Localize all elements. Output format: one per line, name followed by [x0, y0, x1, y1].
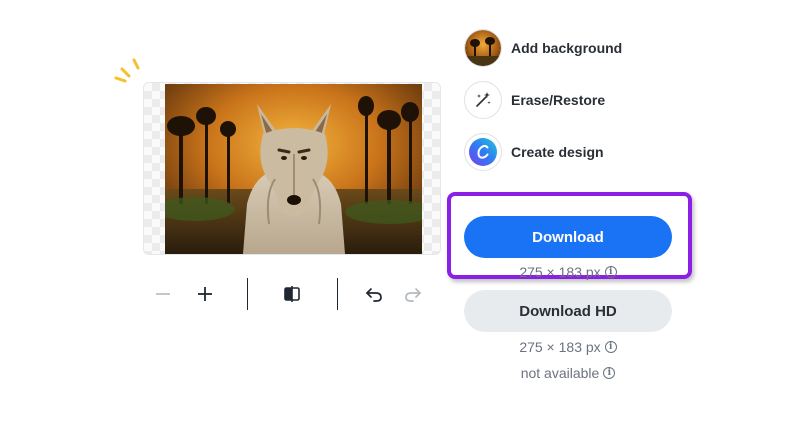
image-preview-canvas [143, 82, 441, 255]
erase-restore-action[interactable]: Erase/Restore [464, 80, 605, 120]
background-thumbnail-icon [464, 29, 502, 67]
redo-icon[interactable] [399, 280, 427, 308]
download-hd-button[interactable]: Download HD [464, 290, 672, 332]
coyote-photo [165, 84, 422, 254]
info-icon[interactable]: i [604, 341, 617, 353]
info-icon[interactable]: i [604, 266, 617, 278]
info-icon[interactable]: i [603, 367, 616, 379]
create-design-label: Create design [511, 144, 604, 160]
download-size-info: 275 × 183 px i [464, 264, 672, 280]
image-toolbar [143, 276, 441, 312]
download-hd-size-text: 275 × 183 px [519, 339, 601, 355]
create-design-action[interactable]: Create design [464, 132, 604, 172]
zoom-out-icon[interactable] [149, 280, 177, 308]
add-background-label: Add background [511, 40, 623, 56]
toolbar-divider [337, 278, 338, 310]
download-hd-availability-text: not available [520, 365, 600, 381]
erase-restore-label: Erase/Restore [511, 92, 606, 108]
download-hd-size-info: 275 × 183 px i [464, 339, 672, 355]
add-background-action[interactable]: Add background [464, 28, 622, 68]
compare-icon[interactable] [278, 280, 306, 308]
magic-wand-icon [464, 81, 502, 119]
download-size-text: 275 × 183 px [519, 264, 601, 280]
sparkle-icon [114, 58, 140, 83]
undo-icon[interactable] [360, 280, 388, 308]
zoom-in-icon[interactable] [191, 280, 219, 308]
canva-logo-icon [464, 133, 502, 171]
download-button[interactable]: Download [464, 216, 672, 258]
download-hd-availability: not available i [464, 365, 672, 381]
toolbar-divider [247, 278, 248, 310]
